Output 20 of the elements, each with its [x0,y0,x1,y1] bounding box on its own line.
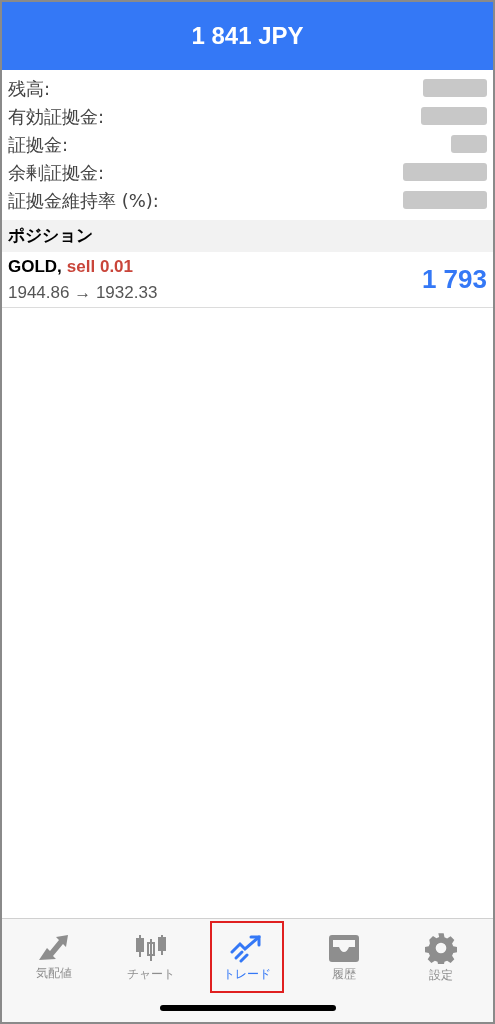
position-symbol: GOLD, [8,256,62,278]
account-label: 証拠金維持率 (%): [8,188,159,213]
header-title: 1 841 JPY [191,21,304,51]
account-label: 証拠金: [8,132,69,157]
section-title: ポジション [8,224,93,248]
candlestick-icon [133,933,168,963]
account-label: 有効証拠金: [8,104,105,129]
account-label: 余剰証拠金: [8,160,105,185]
inbox-icon [327,933,362,963]
tab[interactable]: 気配値 [17,921,92,993]
position-row[interactable]: GOLD, sell 0.01 1944.86 → 1932.33 1 793 [2,252,493,308]
tab[interactable]: チャート [113,921,188,993]
position-prices: 1944.86 → 1932.33 [8,281,158,304]
settings-icon [424,932,457,964]
account-label: 残高: [8,76,51,101]
tab[interactable]: 設定 [403,921,478,993]
tab[interactable]: トレード [210,921,285,993]
tab[interactable]: 履歴 [307,921,382,993]
position-side: sell 0.01 [66,256,133,278]
position-profit: 1 793 [421,263,487,296]
